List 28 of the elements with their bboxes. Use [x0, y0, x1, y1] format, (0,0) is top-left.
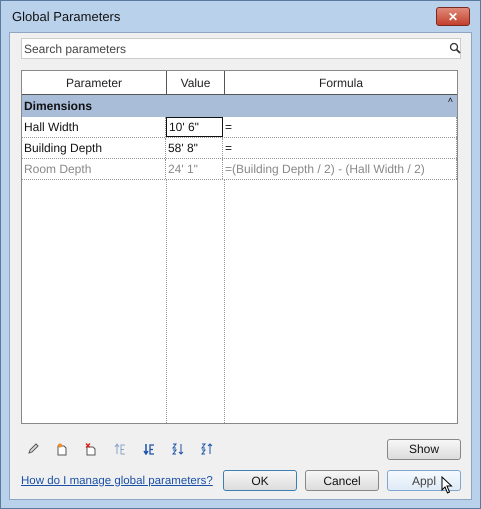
search-icon	[449, 42, 461, 54]
window-title: Global Parameters	[12, 9, 120, 24]
parameter-cell[interactable]: Building Depth	[22, 138, 166, 158]
help-link[interactable]: How do I manage global parameters?	[21, 474, 213, 486]
group-name: Dimensions	[24, 99, 92, 113]
formula-cell[interactable]: =	[223, 138, 457, 158]
move-down-icon[interactable]	[143, 443, 155, 455]
formula-cell[interactable]: =	[223, 117, 457, 137]
sort-descending-icon[interactable]	[201, 443, 213, 455]
value-cell[interactable]: 58' 8"	[166, 138, 223, 158]
close-button[interactable]: ✕	[436, 7, 470, 26]
delete-document-icon[interactable]	[85, 442, 97, 456]
column-header[interactable]: Parameter	[22, 71, 167, 94]
pencil-icon[interactable]	[27, 443, 39, 455]
value-cell[interactable]: 10' 6"	[166, 117, 223, 137]
sort-ascending-icon[interactable]	[172, 443, 184, 455]
dialog-button[interactable]: OK	[223, 470, 297, 491]
column-header[interactable]: Formula	[225, 71, 457, 94]
dialog-button[interactable]: Appl	[387, 470, 461, 491]
collapse-icon[interactable]: ˄	[448, 95, 453, 105]
new-document-icon[interactable]	[56, 442, 68, 456]
group-header[interactable]: Dimensions ˄	[22, 95, 457, 117]
parameter-cell[interactable]: Hall Width	[22, 117, 166, 137]
search-field[interactable]: Search parameters	[21, 38, 461, 59]
show-button[interactable]: Show	[387, 438, 461, 460]
mouse-cursor-icon	[441, 476, 453, 494]
column-header[interactable]: Value	[167, 71, 225, 94]
dialog-button[interactable]: Cancel	[305, 470, 379, 491]
